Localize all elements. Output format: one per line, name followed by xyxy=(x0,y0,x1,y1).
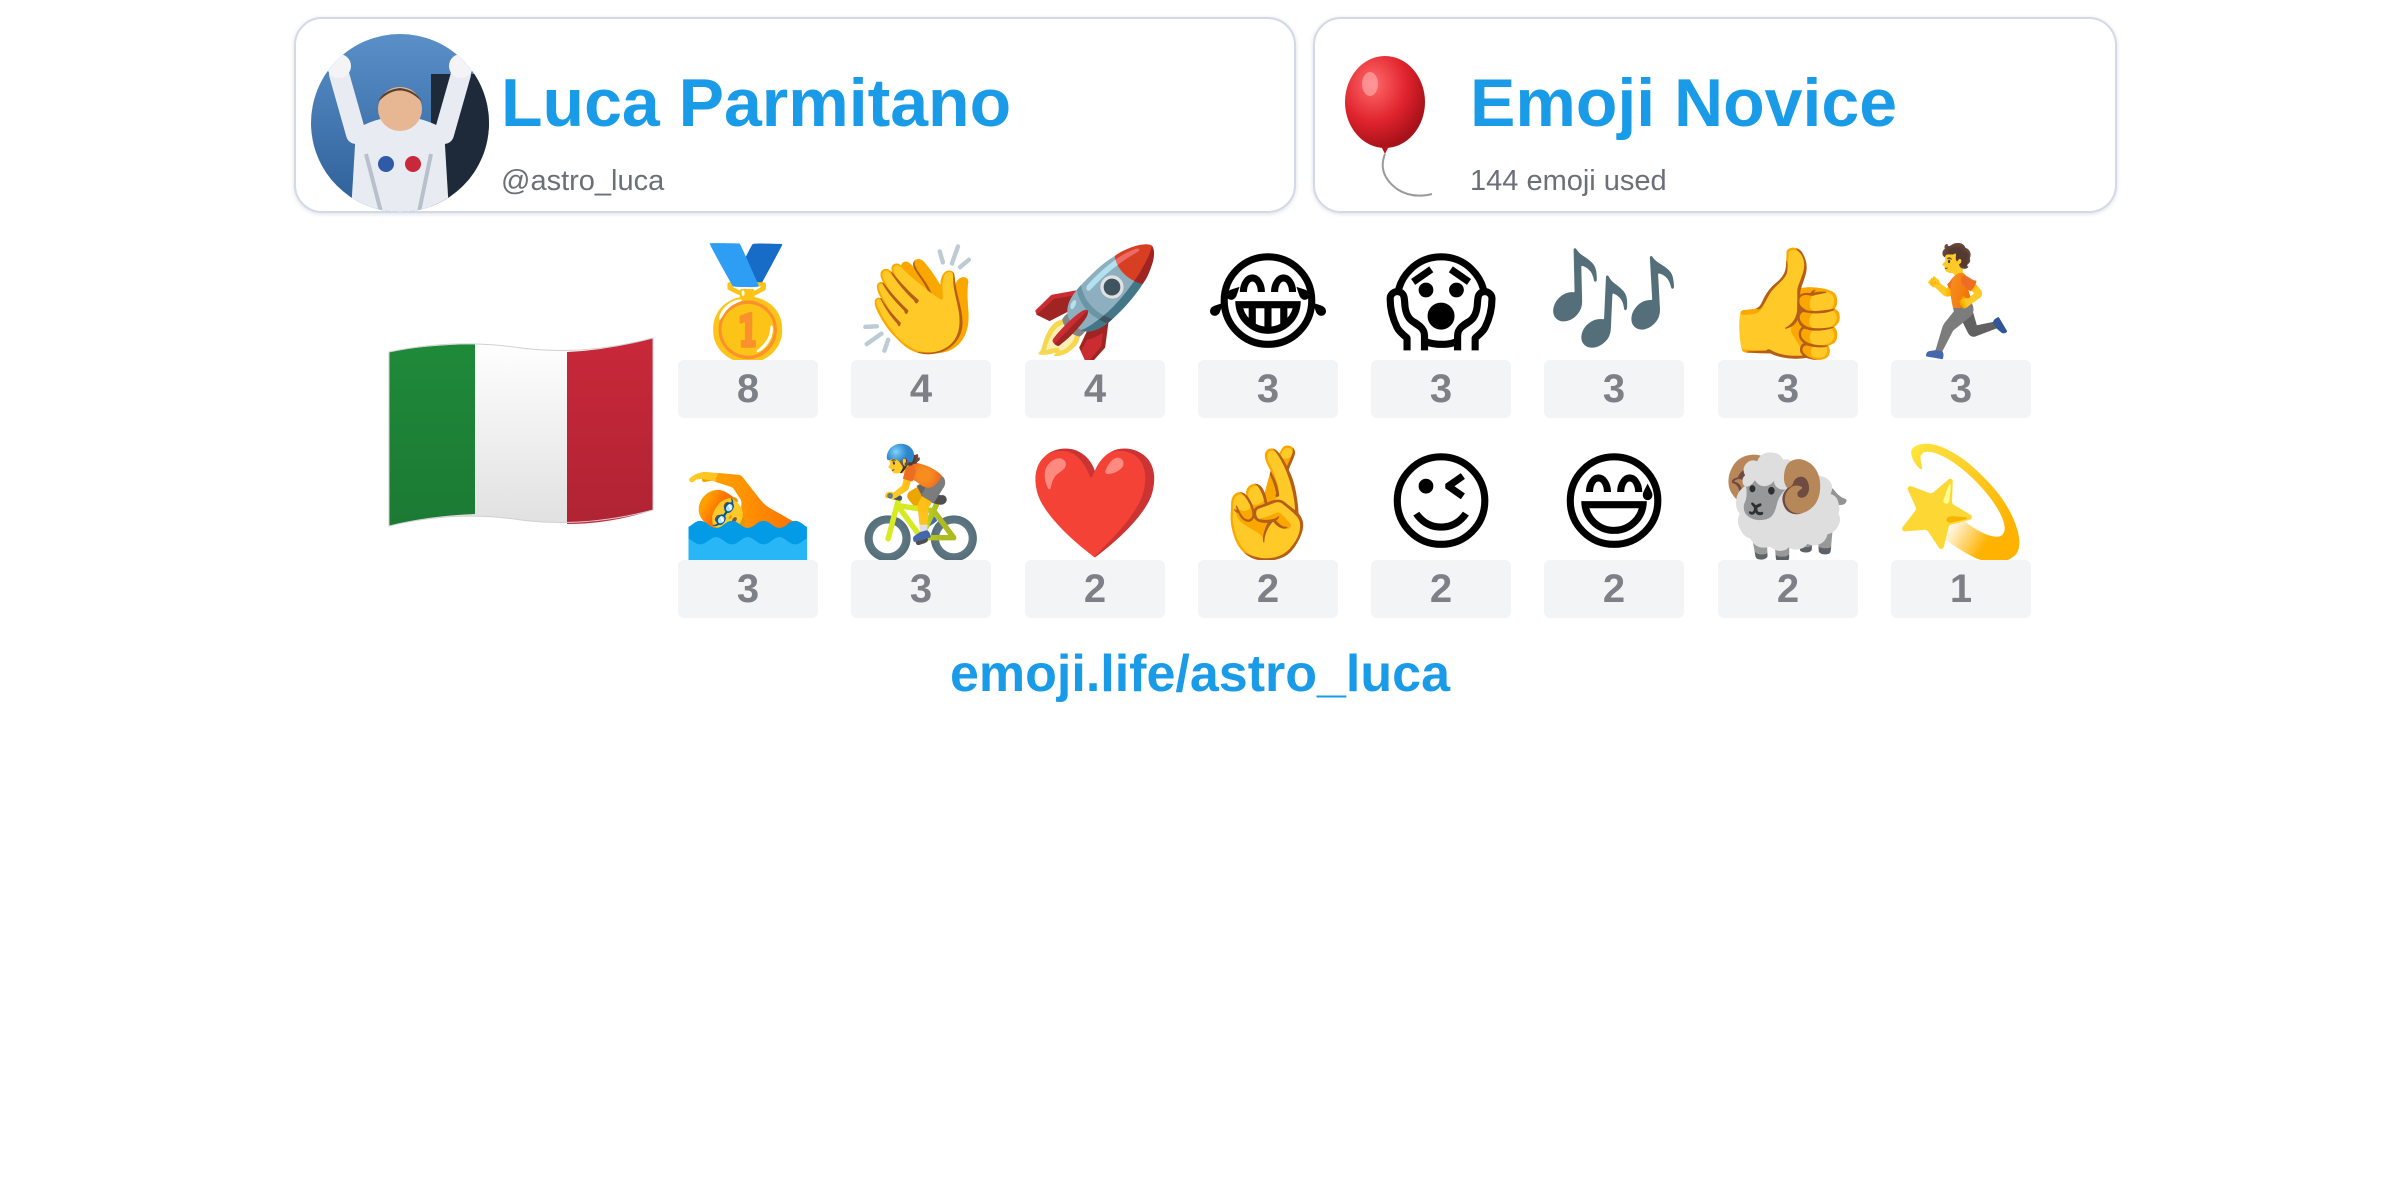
emoji-glyph: 😱 xyxy=(1371,238,1511,358)
avatar[interactable] xyxy=(311,34,489,212)
profile-name[interactable]: Luca Parmitano xyxy=(501,69,1011,137)
emoji-count: 1 xyxy=(1891,560,2031,618)
emoji-count: 3 xyxy=(678,560,818,618)
emoji-glyph: ❤️ xyxy=(1025,438,1165,558)
emoji-glyph-text: 😅 xyxy=(1557,441,1671,566)
profile-handle[interactable]: @astro_luca xyxy=(501,167,664,196)
emoji-stat-item[interactable]: 🤞 2 xyxy=(1198,438,1338,638)
emoji-glyph-text: 😉 xyxy=(1384,441,1498,566)
emoji-glyph: 🏊 xyxy=(678,438,818,558)
emoji-glyph: 😂 xyxy=(1198,238,1338,358)
emoji-count: 2 xyxy=(1371,560,1511,618)
emoji-glyph: 🤞 xyxy=(1198,438,1338,558)
emoji-glyph-text: 🤞 xyxy=(1200,441,1336,566)
emoji-glyph-text: 🏃 xyxy=(1893,241,2029,366)
emoji-stat-item[interactable]: 🚀 4 xyxy=(1025,238,1165,438)
emoji-count: 3 xyxy=(1891,360,2031,418)
emoji-glyph-text: 🐏 xyxy=(1720,441,1856,566)
emoji-glyph: 💫 xyxy=(1891,438,2031,558)
badge-card: Emoji Novice 144 emoji used xyxy=(1313,17,2117,213)
emoji-count: 4 xyxy=(851,360,991,418)
emoji-stat-item[interactable]: 😅 2 xyxy=(1544,438,1684,638)
balloon-icon xyxy=(1345,56,1433,197)
astronaut-avatar-icon xyxy=(311,34,489,212)
emoji-glyph-text: 🚀 xyxy=(1027,241,1163,366)
emoji-count: 8 xyxy=(678,360,818,418)
emoji-count: 2 xyxy=(1544,560,1684,618)
emoji-glyph-text: ❤️ xyxy=(1027,441,1163,566)
emoji-glyph-text: 💫 xyxy=(1893,441,2029,566)
emoji-glyph: 🏃 xyxy=(1891,238,2031,358)
emoji-glyph: 🥇 xyxy=(678,238,818,358)
emoji-glyph: 🚴 xyxy=(851,438,991,558)
emoji-count: 2 xyxy=(1718,560,1858,618)
emoji-count: 2 xyxy=(1198,560,1338,618)
emoji-stat-item[interactable]: 😱 3 xyxy=(1371,238,1511,438)
emoji-glyph-text: 😱 xyxy=(1384,241,1498,366)
badge-subtitle: 144 emoji used xyxy=(1470,165,1667,197)
emoji-glyph-text: 🎶 xyxy=(1546,241,1682,366)
emoji-glyph: 😉 xyxy=(1371,438,1511,558)
emoji-glyph: 👏 xyxy=(851,238,991,358)
emoji-count: 3 xyxy=(1371,360,1511,418)
emoji-count: 3 xyxy=(851,560,991,618)
emoji-glyph-text: 😂 xyxy=(1204,241,1332,366)
emoji-stat-item[interactable]: 💫 1 xyxy=(1891,438,2031,638)
emoji-stat-item[interactable]: 😉 2 xyxy=(1371,438,1511,638)
emoji-count: 4 xyxy=(1025,360,1165,418)
emoji-stat-item[interactable]: 🐏 2 xyxy=(1718,438,1858,638)
emoji-count: 3 xyxy=(1198,360,1338,418)
emoji-count: 2 xyxy=(1025,560,1165,618)
emoji-stat-item[interactable]: 👍 3 xyxy=(1718,238,1858,438)
emoji-stat-item[interactable]: 👏 4 xyxy=(851,238,991,438)
emoji-glyph-text: 🏊 xyxy=(680,441,816,566)
emoji-stat-item[interactable]: 🥇 8 xyxy=(678,238,818,438)
emoji-glyph: 🎶 xyxy=(1544,238,1684,358)
emoji-stat-item[interactable]: 😂 3 xyxy=(1198,238,1338,438)
emoji-glyph: 🚀 xyxy=(1025,238,1165,358)
italy-flag-icon xyxy=(388,337,654,527)
emoji-glyph: 🐏 xyxy=(1718,438,1858,558)
profile-card: Luca Parmitano @astro_luca xyxy=(294,17,1296,213)
emoji-stat-item[interactable]: 🏃 3 xyxy=(1891,238,2031,438)
emoji-count: 3 xyxy=(1544,360,1684,418)
emoji-glyph-text: 👍 xyxy=(1720,241,1856,366)
emoji-stat-item[interactable]: 🚴 3 xyxy=(851,438,991,638)
emoji-count: 3 xyxy=(1718,360,1858,418)
emoji-glyph-text: 🚴 xyxy=(853,441,989,566)
emoji-glyph-text: 🥇 xyxy=(680,241,816,366)
emoji-stat-item[interactable]: ❤️ 2 xyxy=(1025,438,1165,638)
emoji-stat-item[interactable]: 🏊 3 xyxy=(678,438,818,638)
emoji-stat-item[interactable]: 🎶 3 xyxy=(1544,238,1684,438)
emoji-glyph-text: 👏 xyxy=(853,241,989,366)
profile-link[interactable]: emoji.life/astro_luca xyxy=(0,648,2400,700)
emoji-glyph: 👍 xyxy=(1718,238,1858,358)
badge-title: Emoji Novice xyxy=(1470,65,1898,141)
emoji-glyph: 😅 xyxy=(1544,438,1684,558)
